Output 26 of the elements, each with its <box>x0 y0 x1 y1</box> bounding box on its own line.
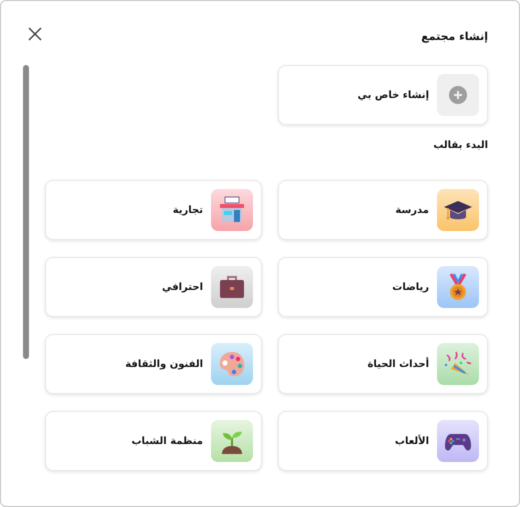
template-label: أحداث الحياة <box>368 358 429 370</box>
template-label: تجارية <box>172 204 203 216</box>
plus-icon <box>449 86 467 104</box>
template-label: مدرسة <box>395 204 429 216</box>
template-card[interactable]: منظمة الشباب <box>45 411 262 471</box>
template-label: احترافي <box>162 282 203 292</box>
storefront-icon <box>217 195 247 225</box>
close-icon <box>28 27 42 41</box>
template-label: رياضات <box>392 282 429 292</box>
template-card[interactable]: مدرسة <box>278 180 488 240</box>
close-button[interactable] <box>26 25 44 43</box>
create-card[interactable]: إنشاء خاص بي <box>278 65 488 125</box>
template-label: الألعاب <box>394 436 429 446</box>
template-card[interactable]: الفنون والثقافة <box>45 334 262 394</box>
template-card[interactable]: احترافي <box>45 257 262 317</box>
template-card[interactable]: أحداث الحياة <box>278 334 488 394</box>
template-card[interactable]: الألعاب <box>278 411 488 471</box>
palette-icon <box>217 349 247 379</box>
template-card[interactable]: تجارية <box>45 180 262 240</box>
section-heading: البدء بقالب <box>432 139 488 153</box>
template-label: منظمة الشباب <box>131 436 203 446</box>
dialog-title: إنشاء مجتمع <box>420 29 488 45</box>
template-label: الفنون والثقافة <box>125 358 203 370</box>
template-card[interactable]: رياضات <box>278 257 488 317</box>
create-label: إنشاء خاص بي <box>358 90 429 100</box>
scrollbar[interactable] <box>23 65 29 359</box>
